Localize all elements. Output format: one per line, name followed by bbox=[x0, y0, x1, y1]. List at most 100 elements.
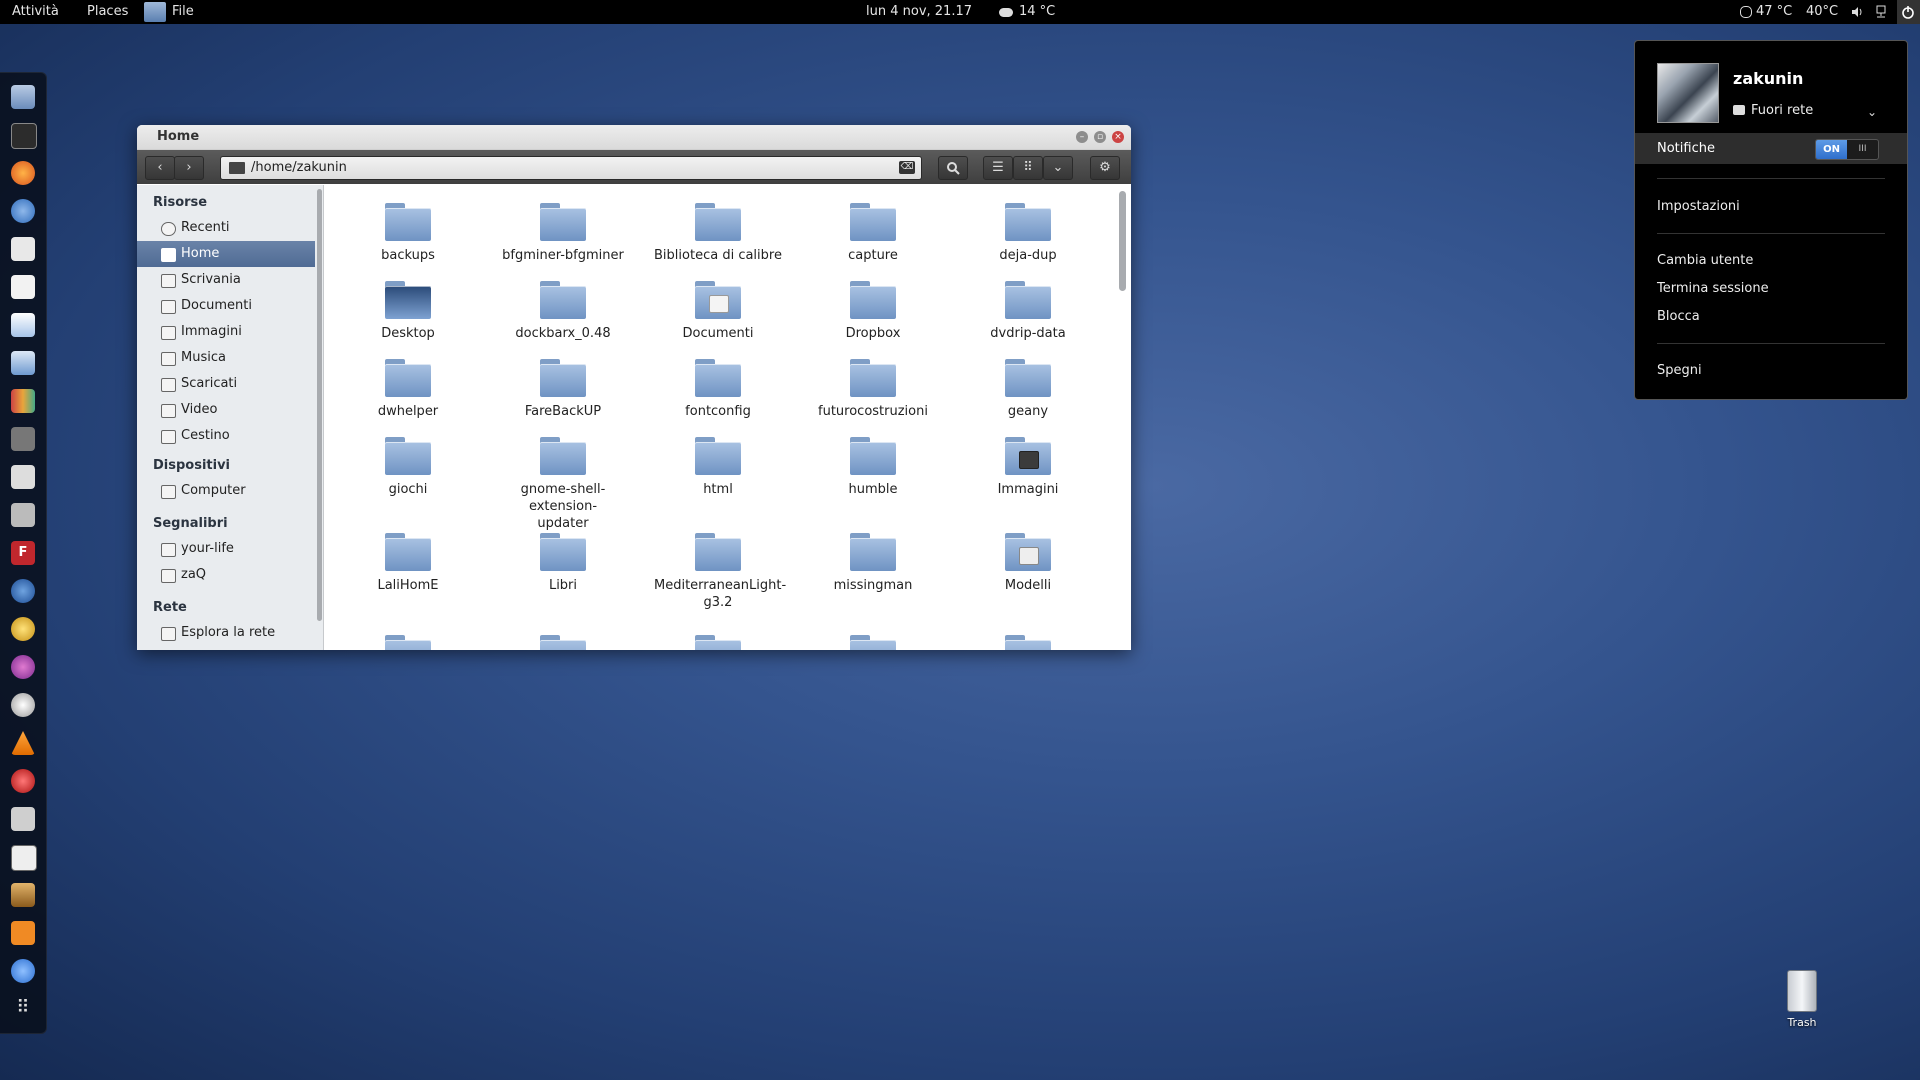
sidebar-item-your-life[interactable]: your-life bbox=[137, 536, 315, 562]
cpu-temp-indicator[interactable]: 47 °C bbox=[1740, 0, 1792, 24]
file-item[interactable]: humble bbox=[798, 437, 948, 498]
file-item[interactable] bbox=[643, 635, 793, 650]
sidebar-item-esplora-rete[interactable]: Esplora la rete bbox=[137, 620, 315, 646]
app-menu[interactable]: File bbox=[144, 0, 194, 24]
file-item[interactable] bbox=[953, 635, 1103, 650]
thunderbird-icon[interactable] bbox=[11, 579, 35, 603]
sidebar-item-scrivania[interactable]: Scrivania bbox=[137, 267, 315, 293]
chevron-down-icon[interactable]: ⌄ bbox=[1867, 105, 1877, 119]
library-icon[interactable] bbox=[11, 389, 35, 413]
inkscape-icon[interactable] bbox=[11, 465, 35, 489]
network-icon[interactable] bbox=[1875, 0, 1887, 24]
sidebar-item-home[interactable]: Home bbox=[137, 241, 315, 267]
file-item[interactable]: dvdrip-data bbox=[953, 281, 1103, 342]
vlc-icon[interactable] bbox=[11, 731, 35, 755]
filezilla-icon[interactable]: F bbox=[11, 541, 35, 565]
sidebar-item-immagini[interactable]: Immagini bbox=[137, 319, 315, 345]
tools-icon[interactable] bbox=[11, 883, 35, 907]
lock-menu-item[interactable]: Blocca bbox=[1657, 309, 1700, 324]
weather-indicator[interactable]: 14 °C bbox=[999, 0, 1055, 24]
file-item[interactable]: backups bbox=[333, 203, 483, 264]
file-item[interactable]: deja-dup bbox=[953, 203, 1103, 264]
logout-menu-item[interactable]: Termina sessione bbox=[1657, 281, 1769, 296]
game-icon[interactable] bbox=[11, 427, 35, 451]
file-item[interactable]: Documenti bbox=[643, 281, 793, 342]
activities-button[interactable]: Attività bbox=[12, 0, 59, 24]
forward-button[interactable]: › bbox=[174, 156, 204, 180]
home-icon[interactable] bbox=[11, 237, 35, 261]
clock[interactable]: lun 4 nov, 21.17 bbox=[866, 0, 972, 24]
chromium-icon[interactable] bbox=[11, 199, 35, 223]
file-item[interactable]: Libri bbox=[488, 533, 638, 594]
status-selector[interactable]: Fuori rete bbox=[1733, 103, 1813, 118]
file-item[interactable]: dockbarx_0.48 bbox=[488, 281, 638, 342]
file-item[interactable]: Modelli bbox=[953, 533, 1103, 594]
back-button[interactable]: ‹ bbox=[145, 156, 175, 180]
notifications-toggle[interactable]: ON III bbox=[1815, 139, 1879, 160]
sidebar-item-cestino[interactable]: Cestino bbox=[137, 423, 315, 449]
sidebar-item-documenti[interactable]: Documenti bbox=[137, 293, 315, 319]
settings-menu-item[interactable]: Impostazioni bbox=[1657, 199, 1740, 214]
grid-view-button[interactable]: ⠿ bbox=[1013, 156, 1043, 180]
show-apps-icon[interactable]: ⠿ bbox=[11, 997, 35, 1021]
switch-user-menu-item[interactable]: Cambia utente bbox=[1657, 253, 1753, 268]
title-bar[interactable]: Home – ▫ × bbox=[137, 125, 1131, 150]
places-menu[interactable]: Places bbox=[87, 0, 128, 24]
file-item[interactable]: FareBackUP bbox=[488, 359, 638, 420]
notifications-row[interactable]: Notifiche ON III bbox=[1635, 133, 1907, 164]
gpu-temp[interactable]: 40°C bbox=[1806, 0, 1838, 24]
sync-icon[interactable] bbox=[11, 655, 35, 679]
calc-icon[interactable] bbox=[11, 845, 37, 871]
clock-app-icon[interactable] bbox=[11, 693, 35, 717]
clear-location-icon[interactable]: ⌫ bbox=[899, 161, 915, 174]
terminal-icon[interactable] bbox=[11, 123, 37, 149]
file-item[interactable]: fontconfig bbox=[643, 359, 793, 420]
media-icon[interactable] bbox=[11, 769, 35, 793]
search-button[interactable] bbox=[938, 156, 968, 180]
text-editor-icon[interactable] bbox=[11, 275, 35, 299]
file-item[interactable]: LaliHomE bbox=[333, 533, 483, 594]
writer-icon[interactable] bbox=[11, 351, 35, 375]
sidebar-item-computer[interactable]: Computer bbox=[137, 478, 315, 504]
volume-icon[interactable] bbox=[1851, 0, 1863, 24]
desktop-trash[interactable]: Trash bbox=[1786, 970, 1818, 1029]
file-item[interactable]: html bbox=[643, 437, 793, 498]
document-viewer-icon[interactable] bbox=[11, 313, 35, 337]
scanner-icon[interactable] bbox=[11, 807, 35, 831]
sidebar-item-recenti[interactable]: Recenti bbox=[137, 215, 315, 241]
file-item[interactable]: Immagini bbox=[953, 437, 1103, 498]
file-item[interactable]: gnome-shell-extension-updater bbox=[488, 437, 638, 532]
file-item[interactable] bbox=[798, 635, 948, 650]
content-scrollbar[interactable] bbox=[1119, 191, 1126, 291]
file-item[interactable]: futurocostruzioni bbox=[798, 359, 948, 420]
pidgin-icon[interactable] bbox=[11, 617, 35, 641]
file-item[interactable]: giochi bbox=[333, 437, 483, 498]
maximize-button[interactable]: ▫ bbox=[1094, 131, 1106, 143]
firefox-icon[interactable] bbox=[11, 161, 35, 185]
close-button[interactable]: × bbox=[1112, 131, 1124, 143]
power-icon[interactable] bbox=[1897, 0, 1920, 24]
file-manager-icon[interactable] bbox=[11, 85, 35, 109]
file-item[interactable]: capture bbox=[798, 203, 948, 264]
file-item[interactable] bbox=[488, 635, 638, 650]
file-item[interactable] bbox=[333, 635, 483, 650]
file-item[interactable]: Desktop bbox=[333, 281, 483, 342]
water-icon[interactable] bbox=[11, 959, 35, 983]
settings-gear-button[interactable]: ⚙ bbox=[1090, 156, 1120, 180]
shutdown-menu-item[interactable]: Spegni bbox=[1657, 363, 1702, 378]
location-bar[interactable]: /home/zakunin ⌫ bbox=[220, 156, 922, 180]
file-item[interactable]: geany bbox=[953, 359, 1103, 420]
sidebar-item-video[interactable]: Video bbox=[137, 397, 315, 423]
file-item[interactable]: Dropbox bbox=[798, 281, 948, 342]
file-item[interactable]: MediterraneanLight-g3.2 bbox=[643, 533, 793, 611]
camera-icon[interactable] bbox=[11, 503, 35, 527]
sidebar-item-musica[interactable]: Musica bbox=[137, 345, 315, 371]
settings-icon[interactable] bbox=[11, 921, 35, 945]
file-item[interactable]: missingman bbox=[798, 533, 948, 594]
list-view-button[interactable]: ☰ bbox=[983, 156, 1013, 180]
sidebar-scrollbar[interactable] bbox=[317, 189, 322, 621]
sidebar-item-zaq[interactable]: zaQ bbox=[137, 562, 315, 588]
sidebar-item-scaricati[interactable]: Scaricati bbox=[137, 371, 315, 397]
file-item[interactable]: Biblioteca di calibre bbox=[643, 203, 793, 264]
view-options-button[interactable]: ⌄ bbox=[1043, 156, 1073, 180]
